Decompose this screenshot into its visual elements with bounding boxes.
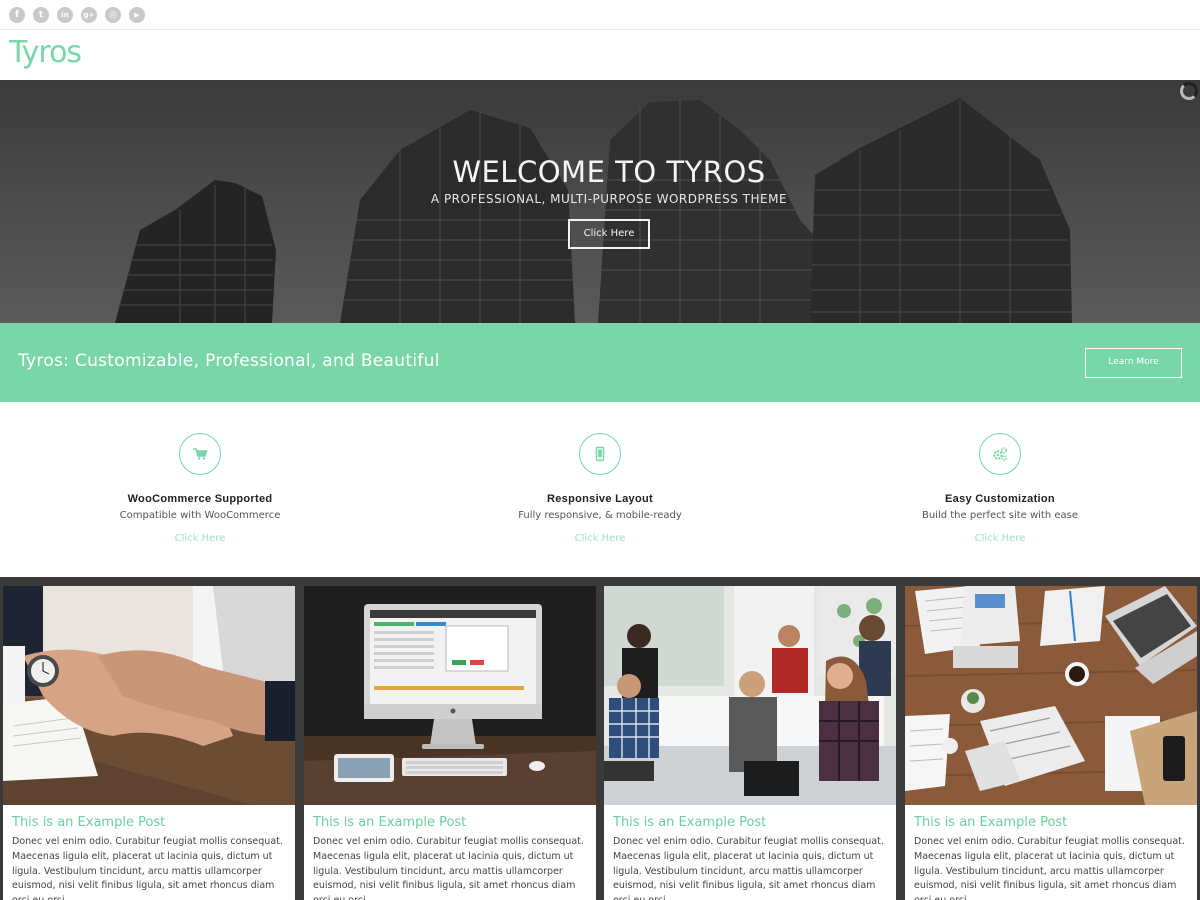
posts-section: This is an Example Post Donec vel enim o… <box>0 577 1200 900</box>
youtube-icon[interactable]: ▶ <box>129 7 145 23</box>
features-section: WooCommerce Supported Compatible with Wo… <box>0 402 1200 577</box>
feature-title: Easy Customization <box>945 493 1055 505</box>
post-card: This is an Example Post Donec vel enim o… <box>604 586 896 900</box>
hero-click-here-button[interactable]: Click Here <box>568 219 650 249</box>
cart-icon <box>179 433 221 475</box>
office-meeting-image[interactable] <box>604 586 896 805</box>
cta-banner: Tyros: Customizable, Professional, and B… <box>0 323 1200 402</box>
feature-description: Compatible with WooCommerce <box>119 510 281 521</box>
linkedin-icon[interactable]: in <box>57 7 73 23</box>
post-card: This is an Example Post Donec vel enim o… <box>3 586 295 900</box>
hero-title: WELCOME TO TYROS <box>452 155 766 189</box>
site-header: Tyros <box>0 31 1200 80</box>
twitter-icon[interactable]: t <box>33 7 49 23</box>
google-plus-icon[interactable]: g+ <box>81 7 97 23</box>
facebook-icon[interactable]: f <box>9 7 25 23</box>
feature-link[interactable]: Click Here <box>800 533 1200 544</box>
social-bar: f t in g+ ◎ ▶ <box>0 0 1200 30</box>
post-excerpt: Donec vel enim odio. Curabitur feugiat m… <box>914 836 1185 900</box>
desktop-computer-image[interactable] <box>304 586 596 805</box>
post-title[interactable]: This is an Example Post <box>914 815 1067 830</box>
loading-spinner-icon <box>1180 82 1198 100</box>
mobile-icon <box>579 433 621 475</box>
hero-subtitle: A PROFESSIONAL, MULTI-PURPOSE WORDPRESS … <box>430 192 788 206</box>
feature-woocommerce: WooCommerce Supported Compatible with Wo… <box>0 402 400 577</box>
handshake-image[interactable] <box>3 586 295 805</box>
site-logo[interactable]: Tyros <box>9 35 82 70</box>
post-excerpt: Donec vel enim odio. Curabitur feugiat m… <box>613 836 884 900</box>
feature-link[interactable]: Click Here <box>0 533 400 544</box>
gears-icon <box>979 433 1021 475</box>
feature-description: Build the perfect site with ease <box>921 510 1079 521</box>
hero-slider: WELCOME TO TYROS A PROFESSIONAL, MULTI-P… <box>0 80 1200 323</box>
social-icons: f t in g+ ◎ ▶ <box>9 7 145 23</box>
banner-text: Tyros: Customizable, Professional, and B… <box>18 351 440 371</box>
feature-title: Responsive Layout <box>547 493 653 505</box>
post-excerpt: Donec vel enim odio. Curabitur feugiat m… <box>12 836 283 900</box>
post-title[interactable]: This is an Example Post <box>12 815 165 830</box>
post-card: This is an Example Post Donec vel enim o… <box>905 586 1197 900</box>
feature-title: WooCommerce Supported <box>127 493 273 505</box>
post-card: This is an Example Post Donec vel enim o… <box>304 586 596 900</box>
business-desk-image[interactable] <box>905 586 1197 805</box>
instagram-icon[interactable]: ◎ <box>105 7 121 23</box>
post-title[interactable]: This is an Example Post <box>313 815 466 830</box>
post-excerpt: Donec vel enim odio. Curabitur feugiat m… <box>313 836 584 900</box>
feature-link[interactable]: Click Here <box>400 533 800 544</box>
post-title[interactable]: This is an Example Post <box>613 815 766 830</box>
learn-more-button[interactable]: Learn More <box>1085 348 1182 378</box>
feature-description: Fully responsive, & mobile-ready <box>518 510 682 521</box>
feature-responsive: Responsive Layout Fully responsive, & mo… <box>400 402 800 577</box>
feature-customization: Easy Customization Build the perfect sit… <box>800 402 1200 577</box>
